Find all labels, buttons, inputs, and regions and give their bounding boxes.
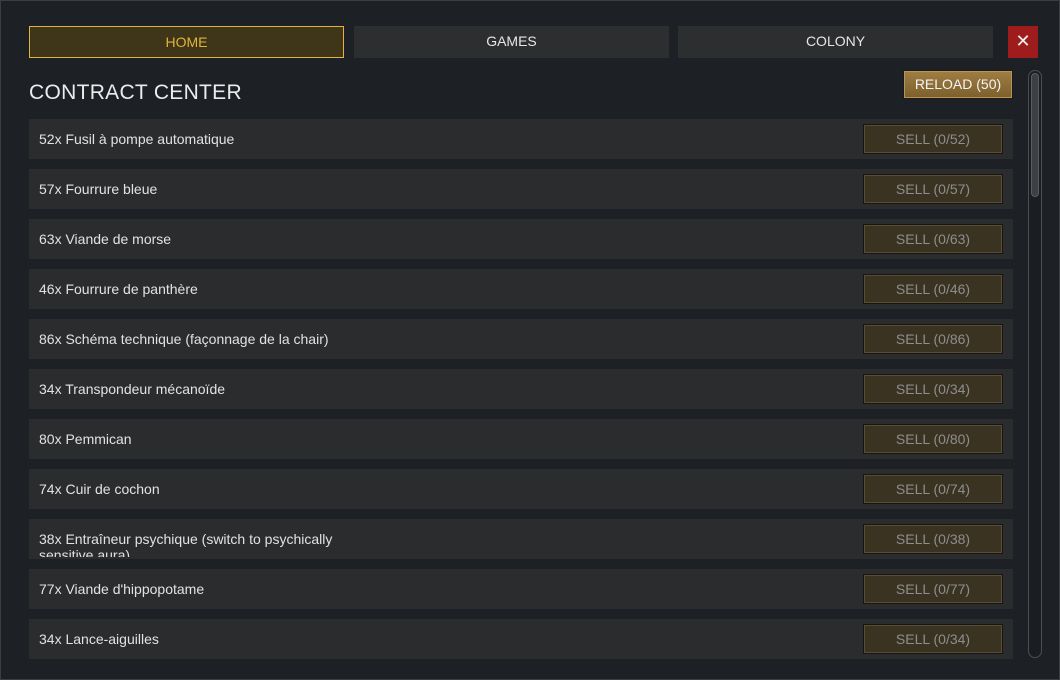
sell-button[interactable]: SELL (0/80) <box>863 424 1003 454</box>
contract-row: 38x Entraîneur psychique (switch to psyc… <box>29 519 1013 559</box>
contract-item-label: 80x Pemmican <box>39 431 132 447</box>
sell-button[interactable]: SELL (0/34) <box>863 374 1003 404</box>
sell-button[interactable]: SELL (0/52) <box>863 124 1003 154</box>
contract-row: 77x Viande d'hippopotame SELL (0/77) <box>29 569 1013 609</box>
contract-row: 86x Schéma technique (façonnage de la ch… <box>29 319 1013 359</box>
sell-button[interactable]: SELL (0/34) <box>863 624 1003 654</box>
reload-button[interactable]: RELOAD (50) <box>903 70 1013 99</box>
contract-row: 34x Transpondeur mécanoïde SELL (0/34) <box>29 369 1013 409</box>
contract-item-label: 38x Entraîneur psychique (switch to psyc… <box>39 531 333 557</box>
tab-colony[interactable]: COLONY <box>678 26 993 58</box>
sell-button[interactable]: SELL (0/86) <box>863 324 1003 354</box>
contract-item-label: 63x Viande de morse <box>39 231 172 247</box>
sell-button[interactable]: SELL (0/38) <box>863 524 1003 554</box>
contract-item-label: 34x Lance-aiguilles <box>39 631 159 647</box>
sell-button[interactable]: SELL (0/74) <box>863 474 1003 504</box>
contract-center-window: HOME GAMES COLONY ✕ CONTRACT CENTER RELO… <box>0 0 1060 680</box>
sell-button[interactable]: SELL (0/63) <box>863 224 1003 254</box>
contract-row: 34x Lance-aiguilles SELL (0/34) <box>29 619 1013 659</box>
contract-item-label: 57x Fourrure bleue <box>39 181 158 197</box>
contract-item-label: 86x Schéma technique (façonnage de la ch… <box>39 331 329 347</box>
contract-row: 63x Viande de morse SELL (0/63) <box>29 219 1013 259</box>
tab-home[interactable]: HOME <box>29 26 344 58</box>
contract-item-label: 34x Transpondeur mécanoïde <box>39 381 226 397</box>
sell-button[interactable]: SELL (0/46) <box>863 274 1003 304</box>
contract-row: 52x Fusil à pompe automatique SELL (0/52… <box>29 119 1013 159</box>
contract-row: 80x Pemmican SELL (0/80) <box>29 419 1013 459</box>
contract-item-label: 46x Fourrure de panthère <box>39 281 198 297</box>
page-title: CONTRACT CENTER <box>29 81 242 104</box>
contract-row: 74x Cuir de cochon SELL (0/74) <box>29 469 1013 509</box>
contract-list: 52x Fusil à pompe automatique SELL (0/52… <box>29 119 1013 659</box>
contract-item-label: 52x Fusil à pompe automatique <box>39 131 235 147</box>
scrollbar-track[interactable] <box>1028 70 1042 658</box>
sell-button[interactable]: SELL (0/57) <box>863 174 1003 204</box>
close-icon: ✕ <box>1015 31 1031 51</box>
close-button[interactable]: ✕ <box>1008 26 1038 58</box>
contract-item-label: 77x Viande d'hippopotame <box>39 581 205 597</box>
tab-games[interactable]: GAMES <box>354 26 669 58</box>
contract-item-label: 74x Cuir de cochon <box>39 481 160 497</box>
contract-row: 57x Fourrure bleue SELL (0/57) <box>29 169 1013 209</box>
contract-row: 46x Fourrure de panthère SELL (0/46) <box>29 269 1013 309</box>
sell-button[interactable]: SELL (0/77) <box>863 574 1003 604</box>
scrollbar-thumb[interactable] <box>1031 73 1039 197</box>
